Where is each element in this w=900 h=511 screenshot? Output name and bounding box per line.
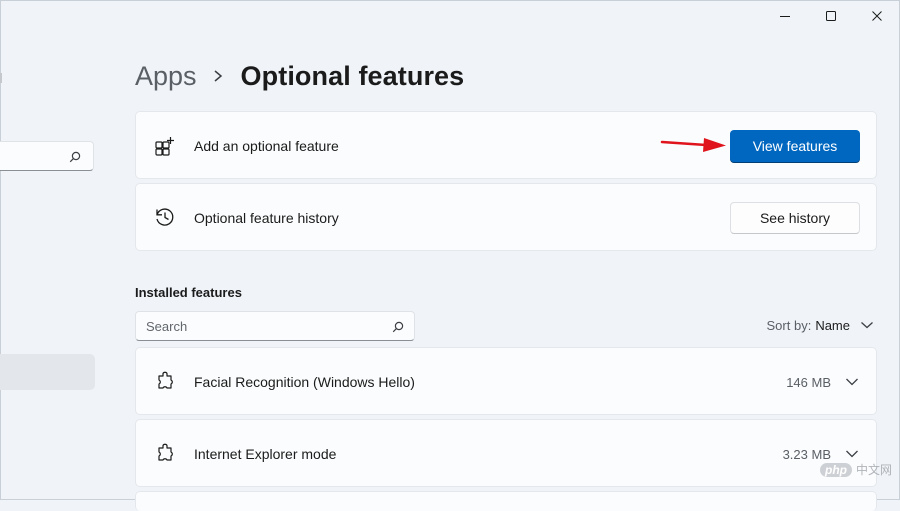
sort-value: Name	[815, 318, 850, 333]
feature-size: 146 MB	[786, 375, 831, 390]
maximize-icon	[826, 11, 836, 21]
installed-search-field[interactable]	[135, 311, 415, 341]
sort-label: Sort by:	[766, 318, 812, 333]
close-icon	[872, 11, 882, 21]
sidebar-search-input[interactable]	[0, 141, 94, 171]
add-optional-feature-label: Add an optional feature	[194, 138, 339, 154]
history-icon	[154, 206, 176, 233]
add-apps-icon	[154, 136, 176, 163]
page-title: Optional features	[240, 60, 465, 91]
feature-history-label: Optional feature history	[194, 210, 339, 226]
breadcrumb-parent[interactable]: Apps	[135, 61, 197, 92]
installed-search-input[interactable]	[136, 312, 386, 340]
close-button[interactable]	[854, 2, 900, 30]
search-icon	[69, 150, 81, 168]
puzzle-icon	[154, 371, 176, 398]
sort-dropdown[interactable]: Sort by: Name	[767, 318, 874, 333]
add-optional-feature-card: Add an optional feature View features	[135, 111, 877, 179]
chevron-right-icon	[213, 69, 223, 83]
feature-name: Internet Explorer mode	[194, 446, 337, 462]
maximize-button[interactable]	[808, 2, 854, 30]
puzzle-icon	[154, 443, 176, 470]
watermark: php 中文网	[819, 461, 892, 478]
annotation-arrow-icon	[660, 138, 726, 152]
sidebar-divider	[0, 73, 2, 83]
minimize-icon	[780, 16, 790, 17]
view-features-button[interactable]: View features	[730, 130, 860, 162]
feature-row[interactable]: Facial Recognition (Windows Hello) 146 M…	[135, 347, 877, 415]
installed-features-heading: Installed features	[135, 285, 242, 300]
chevron-down-icon[interactable]	[844, 374, 860, 390]
watermark-text: 中文网	[855, 463, 892, 477]
minimize-button[interactable]	[762, 2, 808, 30]
see-history-button[interactable]: See history	[730, 202, 860, 234]
feature-size: 3.23 MB	[782, 447, 831, 462]
feature-row-partial[interactable]	[135, 491, 877, 511]
feature-row[interactable]: Internet Explorer mode 3.23 MB	[135, 419, 877, 487]
chevron-down-icon[interactable]	[844, 446, 860, 462]
search-icon	[392, 320, 404, 338]
sidebar-item-selected[interactable]	[0, 354, 95, 390]
feature-name: Facial Recognition (Windows Hello)	[194, 374, 415, 390]
chevron-down-icon	[860, 318, 874, 333]
breadcrumb: Apps Optional features	[135, 56, 464, 96]
watermark-badge: php	[819, 462, 852, 477]
feature-history-card: Optional feature history See history	[135, 183, 877, 251]
